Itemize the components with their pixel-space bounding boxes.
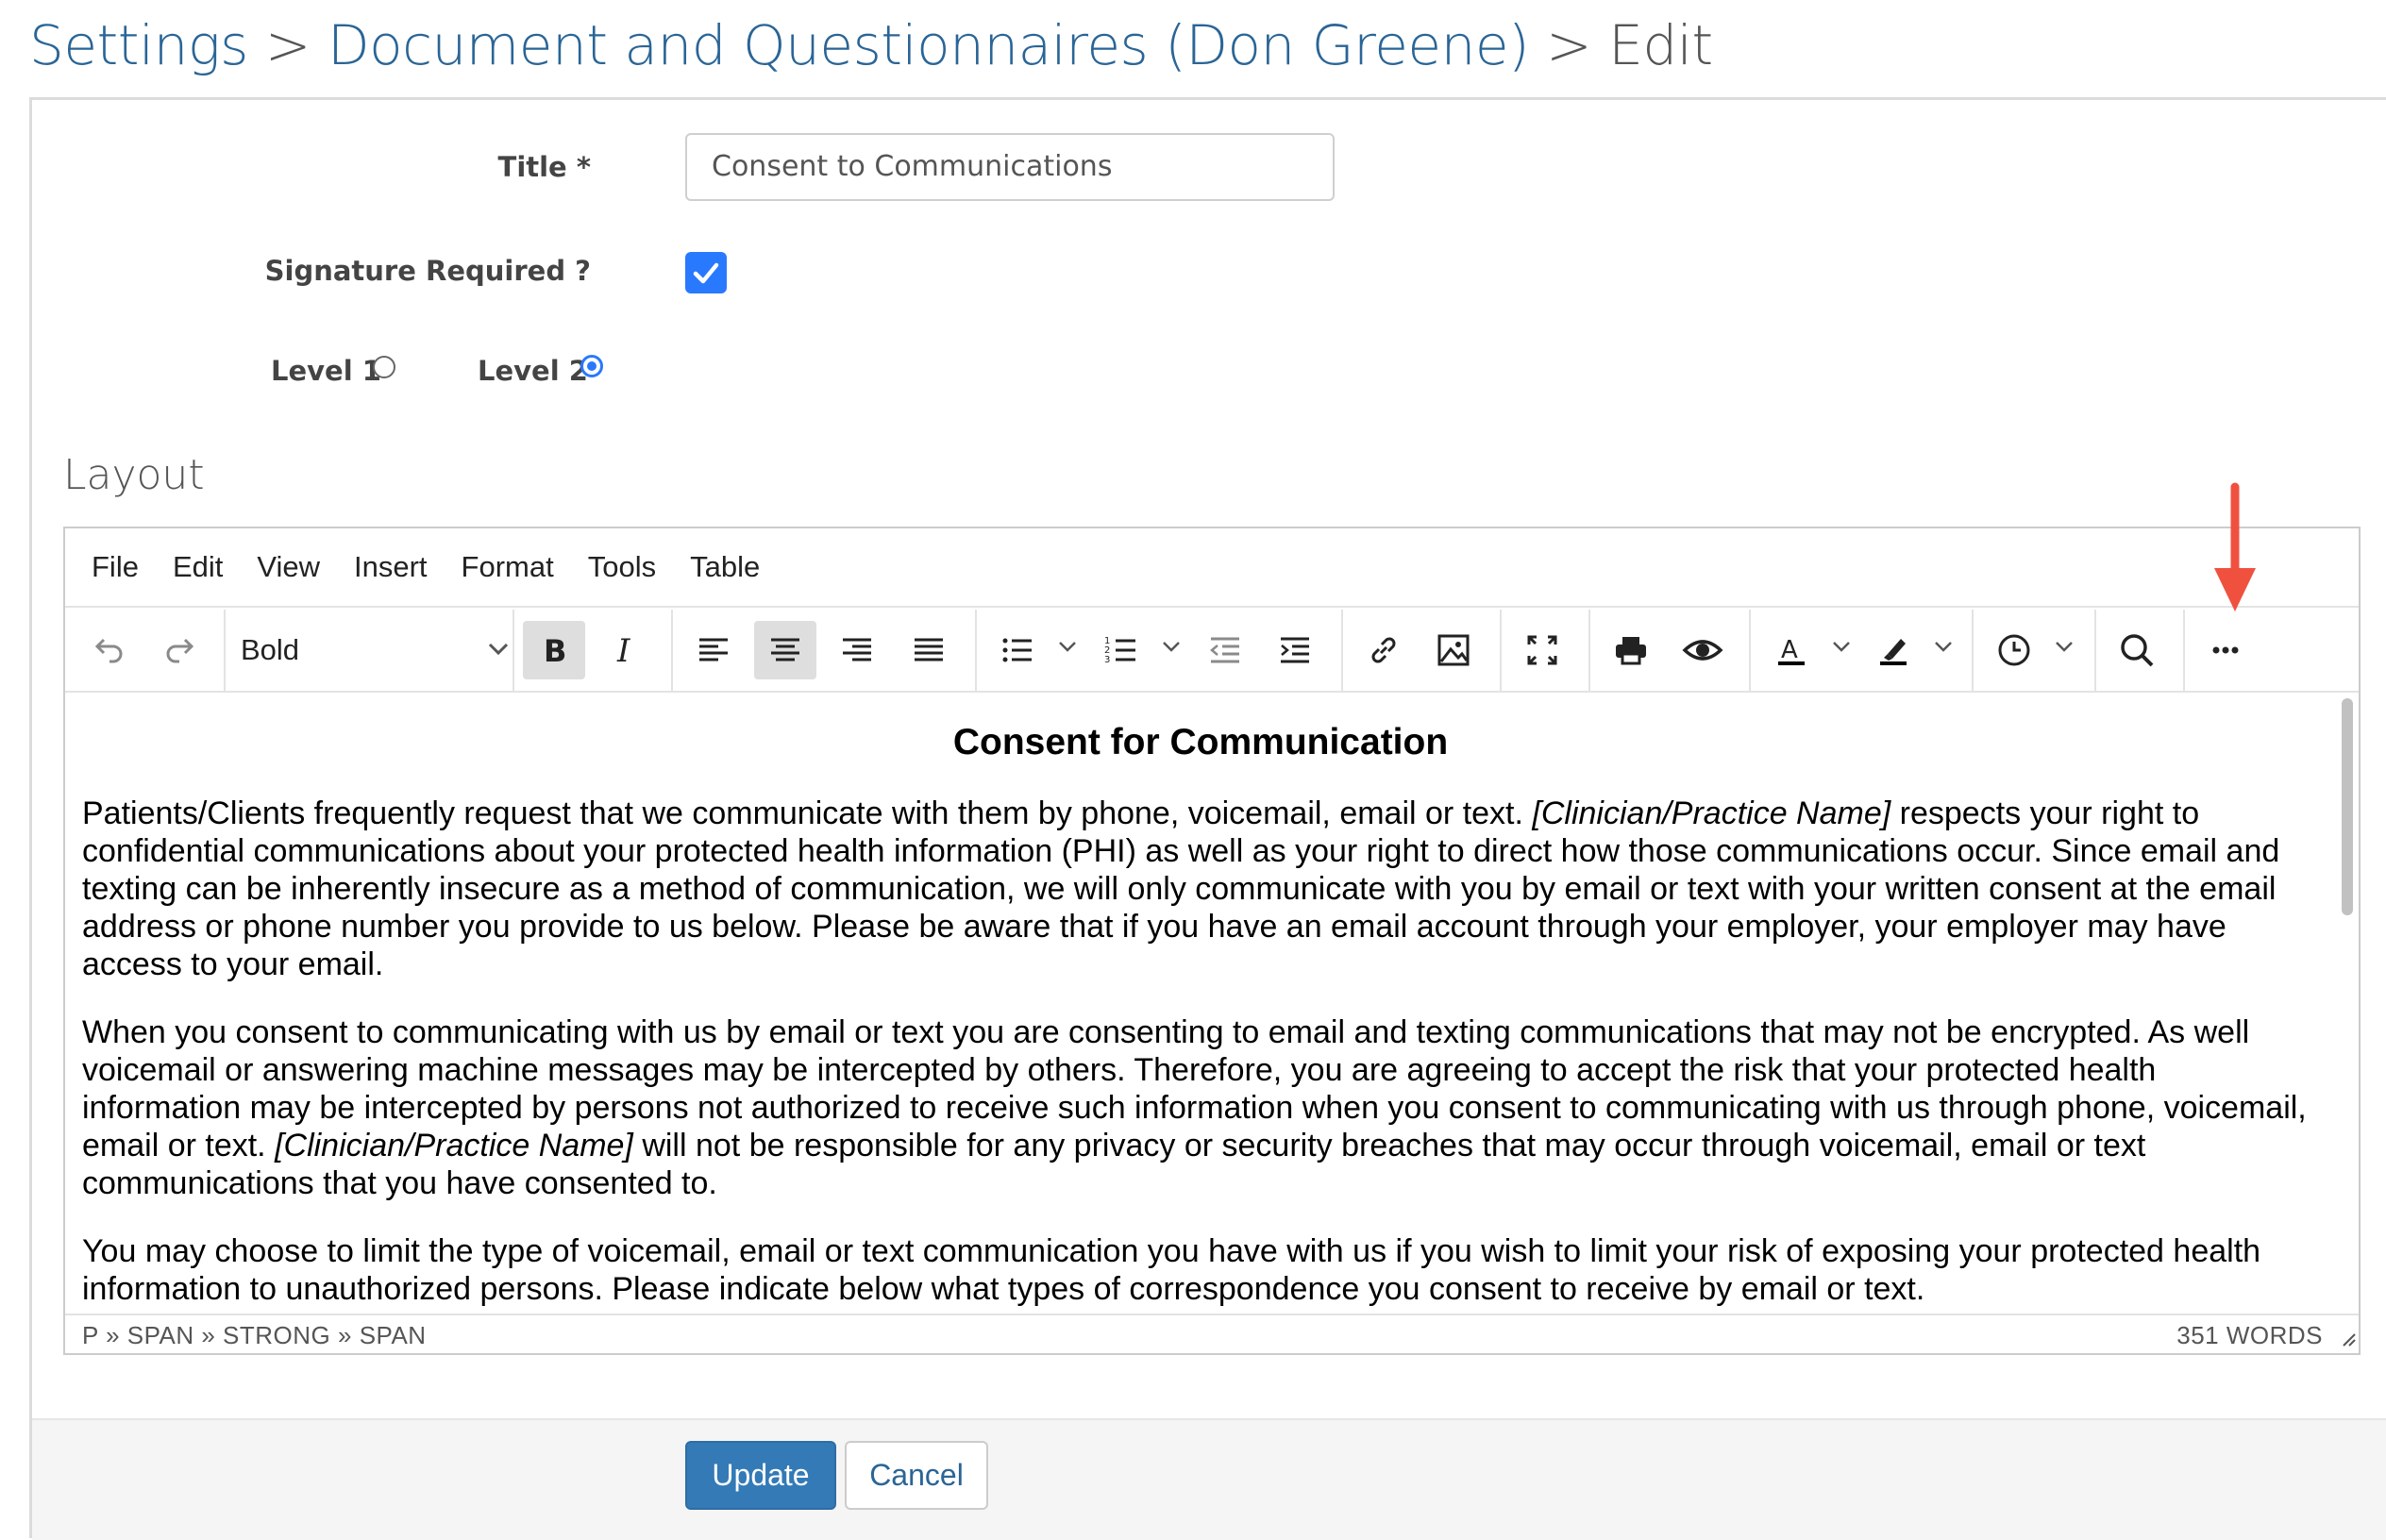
block-format-select[interactable]: Bold	[227, 621, 511, 679]
svg-text:3: 3	[1104, 655, 1110, 665]
menu-edit[interactable]: Edit	[173, 550, 223, 584]
svg-text:A: A	[1781, 636, 1798, 664]
annotation-arrow-icon	[2214, 482, 2256, 611]
layout-heading: Layout	[63, 451, 205, 499]
signature-required-checkbox[interactable]	[685, 252, 727, 293]
element-path[interactable]: P » SPAN » STRONG » SPAN	[82, 1321, 427, 1350]
highlight-chevron-icon[interactable]	[1932, 638, 1955, 657]
align-justify-icon[interactable]	[898, 621, 960, 679]
level-2-label: Level 2	[478, 355, 588, 387]
document-heading: Consent for Communication	[952, 722, 1449, 762]
fullscreen-icon[interactable]	[1511, 621, 1573, 679]
italic-icon[interactable]: I	[594, 621, 656, 679]
paragraph-1: Patients/Clients frequently request that…	[82, 795, 2280, 982]
bold-icon[interactable]: B	[523, 621, 585, 679]
indent-icon[interactable]	[1264, 621, 1326, 679]
cancel-button[interactable]: Cancel	[845, 1441, 988, 1510]
bullet-list-icon[interactable]	[986, 621, 1049, 679]
outdent-icon[interactable]	[1194, 621, 1256, 679]
level-1-radio[interactable]	[373, 356, 395, 378]
word-count: 351 WORDS	[2176, 1321, 2323, 1349]
editor-scrollbar[interactable]	[2340, 695, 2355, 1308]
highlight-icon[interactable]	[1862, 621, 1924, 679]
title-input[interactable]: Consent to Communications	[685, 133, 1335, 201]
update-button[interactable]: Update	[685, 1441, 836, 1510]
text-color-icon[interactable]: A	[1760, 621, 1823, 679]
menu-insert[interactable]: Insert	[354, 550, 428, 584]
level-1-label: Level 1	[271, 355, 381, 387]
signature-required-label: Signature Required ?	[264, 255, 591, 287]
breadcrumb-section-link[interactable]: Document and Questionnaires (Don Greene)	[328, 13, 1530, 77]
align-right-icon[interactable]	[826, 621, 888, 679]
breadcrumb: Settings > Document and Questionnaires (…	[29, 8, 1713, 83]
rich-text-editor: File Edit View Insert Format Tools Table…	[63, 527, 2361, 1355]
form-footer	[32, 1418, 2386, 1540]
document-body: Consent for Communication Patients/Clien…	[82, 693, 2319, 1308]
paragraph-3: You may choose to limit the type of voic…	[82, 1233, 2261, 1307]
chevron-down-icon	[488, 643, 509, 656]
text-color-chevron-icon[interactable]	[1830, 638, 1853, 657]
breadcrumb-settings-link[interactable]: Settings	[29, 13, 248, 77]
editor-menubar: File Edit View Insert Format Tools Table	[65, 528, 2359, 608]
breadcrumb-current: Edit	[1608, 13, 1713, 77]
breadcrumb-separator: >	[264, 13, 311, 77]
paragraph-2: When you consent to communicating with u…	[82, 1014, 2307, 1201]
numbered-list-icon[interactable]: 123	[1090, 621, 1152, 679]
link-icon[interactable]	[1353, 621, 1415, 679]
menu-view[interactable]: View	[257, 550, 320, 584]
clock-icon[interactable]	[1983, 621, 2045, 679]
more-icon[interactable]	[2194, 621, 2257, 679]
svg-text:B: B	[544, 633, 566, 669]
redo-icon[interactable]	[150, 621, 212, 679]
bullet-list-chevron-icon[interactable]	[1056, 638, 1079, 657]
numbered-list-chevron-icon[interactable]	[1160, 638, 1183, 657]
menu-table[interactable]: Table	[690, 550, 760, 584]
editor-content[interactable]: Consent for Communication Patients/Clien…	[65, 693, 2334, 1314]
editor-statusbar: P » SPAN » STRONG » SPAN 351 WORDS	[65, 1314, 2359, 1355]
title-label: Title *	[497, 151, 591, 183]
preview-icon[interactable]	[1672, 621, 1734, 679]
print-icon[interactable]	[1600, 621, 1662, 679]
breadcrumb-separator: >	[1546, 13, 1592, 77]
image-icon[interactable]	[1422, 621, 1485, 679]
menu-tools[interactable]: Tools	[588, 550, 656, 584]
checkmark-icon	[693, 262, 719, 284]
menu-format[interactable]: Format	[462, 550, 554, 584]
editor-toolbar: Bold B I 123 A	[65, 610, 2359, 693]
resize-handle-icon[interactable]	[2338, 1329, 2357, 1348]
block-format-value: Bold	[241, 633, 300, 666]
svg-text:I: I	[616, 632, 630, 669]
search-icon[interactable]	[2106, 621, 2168, 679]
align-center-icon[interactable]	[754, 621, 816, 679]
align-left-icon[interactable]	[682, 621, 745, 679]
undo-icon[interactable]	[76, 621, 139, 679]
level-2-radio[interactable]	[580, 355, 603, 377]
clock-chevron-icon[interactable]	[2053, 638, 2075, 657]
menu-file[interactable]: File	[92, 550, 139, 584]
